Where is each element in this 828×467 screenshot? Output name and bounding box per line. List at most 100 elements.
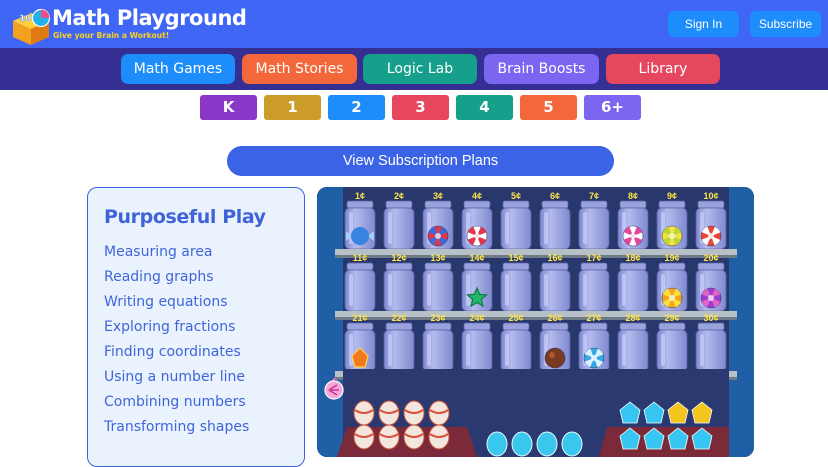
header-bar: 10 Math Playground Give your Brain a Wor… — [0, 0, 828, 48]
jar-shine — [583, 274, 587, 306]
jar-lid — [658, 200, 686, 209]
price-label-28c: 28¢ — [625, 313, 640, 323]
jar-lid — [697, 262, 725, 271]
view-subscription-plans-button[interactable]: View Subscription Plans — [227, 146, 614, 176]
jar-shine — [349, 274, 353, 306]
jar-shine — [505, 334, 509, 366]
blue-gem-candy-icon — [511, 431, 533, 457]
price-label-3c: 3¢ — [433, 191, 443, 201]
link-reading-graphs[interactable]: Reading graphs — [104, 269, 214, 285]
jar-lid — [385, 262, 413, 271]
jar-lid — [463, 200, 491, 209]
candy-center — [708, 233, 714, 239]
jar-lid — [541, 322, 569, 331]
jar-lid — [346, 262, 374, 271]
logo-tagline: Give your Brain a Workout! — [53, 31, 170, 40]
nav-library[interactable]: Library — [606, 54, 720, 84]
candy-center — [630, 233, 636, 239]
price-label-17c: 17¢ — [586, 253, 601, 263]
nav-math-games[interactable]: Math Games — [121, 54, 235, 84]
grade-2-button[interactable]: 2 — [328, 95, 385, 120]
price-label-11c: 11¢ — [353, 253, 368, 263]
price-label-2c: 2¢ — [394, 191, 404, 201]
grade-1-button[interactable]: 1 — [264, 95, 321, 120]
jar-lid — [424, 262, 452, 271]
jar-shine — [349, 334, 353, 366]
jar-lid — [580, 200, 608, 209]
jar-shine — [427, 334, 431, 366]
grade-4-button[interactable]: 4 — [456, 95, 513, 120]
link-transforming-shapes[interactable]: Transforming shapes — [104, 419, 249, 435]
jar-lid — [541, 200, 569, 209]
nav-brain-boosts[interactable]: Brain Boosts — [484, 54, 599, 84]
price-label-26c: 26¢ — [547, 313, 562, 323]
price-label-19c: 19¢ — [664, 253, 679, 263]
blue-gem-candy-icon — [486, 431, 508, 457]
jar-lid — [658, 322, 686, 331]
price-label-9c: 9¢ — [667, 191, 677, 201]
jar-lid — [502, 262, 530, 271]
blue-wrapped-candy-icon — [351, 227, 369, 245]
price-label-6c: 6¢ — [550, 191, 560, 201]
jar-shine — [505, 212, 509, 244]
jar-lid — [385, 200, 413, 209]
grade-5-button[interactable]: 5 — [520, 95, 577, 120]
grade-6-plus-button[interactable]: 6+ — [584, 95, 641, 120]
jar-lid — [619, 200, 647, 209]
price-label-5c: 5¢ — [511, 191, 521, 201]
jar-lid — [424, 322, 452, 331]
logo-title: Math Playground — [52, 6, 247, 30]
grade-k-button[interactable]: K — [200, 95, 257, 120]
panel-title: Purposeful Play — [104, 206, 266, 228]
link-finding-coordinates[interactable]: Finding coordinates — [104, 344, 241, 360]
jar-lid — [502, 200, 530, 209]
candy-center — [591, 355, 597, 361]
grade-3-button[interactable]: 3 — [392, 95, 449, 120]
jar-lid — [385, 322, 413, 331]
link-measuring-area[interactable]: Measuring area — [104, 244, 213, 260]
logo-badge-number: 10 — [19, 14, 32, 24]
jar-shine — [700, 334, 704, 366]
jar-lid — [502, 322, 530, 331]
jar-lid — [697, 200, 725, 209]
price-label-18c: 18¢ — [625, 253, 640, 263]
price-label-1c: 1¢ — [355, 191, 365, 201]
price-label-30c: 30¢ — [703, 313, 718, 323]
jar-shine — [388, 212, 392, 244]
jar-shine — [544, 212, 548, 244]
candy-center — [708, 295, 714, 301]
link-writing-equations[interactable]: Writing equations — [104, 294, 228, 310]
jar-lid — [424, 200, 452, 209]
price-label-25c: 25¢ — [508, 313, 523, 323]
price-label-15c: 15¢ — [508, 253, 523, 263]
game-canvas[interactable]: 1¢ 2¢ 3¢ 4¢ 5¢ 6¢ 7¢ 8¢ 9¢ 10¢ 11¢ 12¢ 13¢ 14¢ 15¢ 16¢ 1… — [317, 187, 754, 457]
link-exploring-fractions[interactable]: Exploring fractions — [104, 319, 235, 335]
nav-logic-lab[interactable]: Logic Lab — [363, 54, 477, 84]
subscribe-button[interactable]: Subscribe — [750, 11, 821, 37]
price-label-4c: 4¢ — [472, 191, 482, 201]
jar-shine — [388, 334, 392, 366]
jar-lid — [580, 262, 608, 271]
left-pillar — [317, 187, 343, 457]
jar-lid — [580, 322, 608, 331]
jar-shine — [583, 212, 587, 244]
price-label-16c: 16¢ — [547, 253, 562, 263]
price-label-24c: 24¢ — [469, 313, 484, 323]
price-label-21c: 21¢ — [352, 313, 367, 323]
chocolate-ball-candy-icon — [544, 347, 566, 369]
candy-center — [669, 295, 675, 301]
sign-in-button[interactable]: Sign In — [668, 11, 739, 37]
link-using-number-line[interactable]: Using a number line — [104, 369, 245, 385]
candy-shop-game[interactable]: 1¢ 2¢ 3¢ 4¢ 5¢ 6¢ 7¢ 8¢ 9¢ 10¢ 11¢ 12¢ 13¢ 14¢ 15¢ 16¢ 1… — [317, 187, 754, 457]
price-label-13c: 13¢ — [430, 253, 445, 263]
nav-math-stories[interactable]: Math Stories — [242, 54, 357, 84]
jar-lid — [541, 262, 569, 271]
jar-lid — [619, 262, 647, 271]
price-label-23c: 23¢ — [430, 313, 445, 323]
link-combining-numbers[interactable]: Combining numbers — [104, 394, 246, 410]
price-label-27c: 27¢ — [586, 313, 601, 323]
price-label-22c: 22¢ — [391, 313, 406, 323]
blue-gem-candy-icon — [561, 431, 583, 457]
site-logo[interactable]: 10 Math Playground Give your Brain a Wor… — [10, 4, 250, 45]
jar-lid — [463, 322, 491, 331]
